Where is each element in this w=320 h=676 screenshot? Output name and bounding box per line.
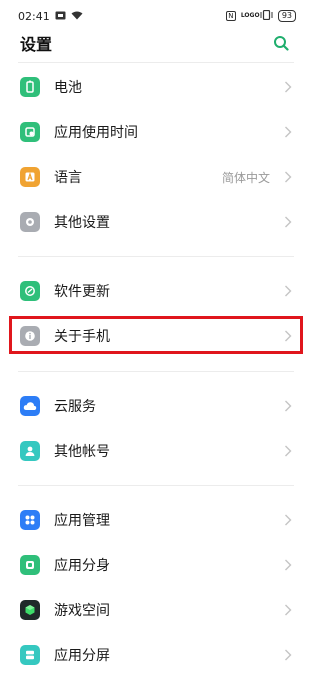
- chevron-right-icon: [285, 126, 292, 138]
- nfc-icon: N: [225, 11, 236, 21]
- settings-item-label: 软件更新: [54, 284, 110, 300]
- battery-level: 93: [277, 10, 296, 22]
- logo-badge: LOGO: [240, 12, 260, 19]
- settings-item-label: 电池: [54, 80, 82, 96]
- page-title: 设置: [20, 35, 53, 54]
- battery-icon: [20, 77, 40, 97]
- settings-item-label: 其他帐号: [54, 444, 110, 460]
- settings-item-game-space[interactable]: 游戏空间: [0, 590, 312, 630]
- settings-item-app-clone[interactable]: 应用分身: [0, 545, 312, 585]
- split-screen-icon: [20, 645, 40, 665]
- settings-item-label: 应用使用时间: [54, 125, 138, 141]
- chevron-right-icon: [285, 171, 292, 183]
- chevron-right-icon: [285, 604, 292, 616]
- settings-item-label: 语言: [54, 170, 82, 186]
- other-settings-icon: [20, 212, 40, 232]
- highlight-box: [9, 316, 303, 354]
- settings-item-label: 应用管理: [54, 513, 110, 529]
- chevron-right-icon: [285, 514, 292, 526]
- chevron-right-icon: [285, 559, 292, 571]
- settings-item-label: 其他设置: [54, 215, 110, 231]
- app-usage-icon: [20, 122, 40, 142]
- chevron-right-icon: [285, 285, 292, 297]
- app-management-icon: [20, 510, 40, 530]
- chevron-right-icon: [285, 445, 292, 457]
- chevron-right-icon: [285, 216, 292, 228]
- status-left: 02:41: [18, 10, 83, 23]
- settings-item-other-accounts[interactable]: 其他帐号: [0, 431, 312, 471]
- account-icon: [20, 441, 40, 461]
- settings-item-other-settings[interactable]: 其他设置: [0, 202, 312, 242]
- chevron-right-icon: [285, 400, 292, 412]
- settings-item-language[interactable]: 语言 简体中文: [0, 157, 312, 197]
- settings-item-battery[interactable]: 电池: [0, 67, 312, 107]
- header: 设置: [0, 28, 312, 58]
- vibrate-icon: [260, 9, 273, 23]
- cloud-icon: [20, 396, 40, 416]
- divider: [18, 256, 294, 257]
- chevron-right-icon: [285, 649, 292, 661]
- app-clone-icon: [20, 555, 40, 575]
- software-update-icon: [20, 281, 40, 301]
- settings-item-label: 应用分屏: [54, 648, 110, 664]
- status-time: 02:41: [18, 9, 50, 23]
- chevron-right-icon: [285, 81, 292, 93]
- settings-item-app-usage[interactable]: 应用使用时间: [0, 112, 312, 152]
- settings-item-app-management[interactable]: 应用管理: [0, 500, 312, 540]
- settings-item-label: 游戏空间: [54, 603, 110, 619]
- settings-item-cloud-service[interactable]: 云服务: [0, 386, 312, 426]
- language-value: 简体中文: [221, 170, 270, 185]
- wifi-icon: [71, 10, 83, 23]
- divider: [18, 371, 294, 372]
- settings-item-split-screen[interactable]: 应用分屏: [0, 635, 312, 675]
- settings-item-label: 云服务: [54, 399, 96, 415]
- status-right: N LOGO 93: [225, 9, 296, 23]
- settings-item-label: 应用分身: [54, 558, 110, 574]
- search-button[interactable]: [270, 32, 292, 54]
- message-icon: [55, 10, 66, 23]
- search-icon: [274, 36, 289, 51]
- language-icon: [20, 167, 40, 187]
- game-space-icon: [20, 600, 40, 620]
- settings-item-software-update[interactable]: 软件更新: [0, 271, 312, 311]
- divider: [18, 485, 294, 486]
- divider: [18, 62, 294, 63]
